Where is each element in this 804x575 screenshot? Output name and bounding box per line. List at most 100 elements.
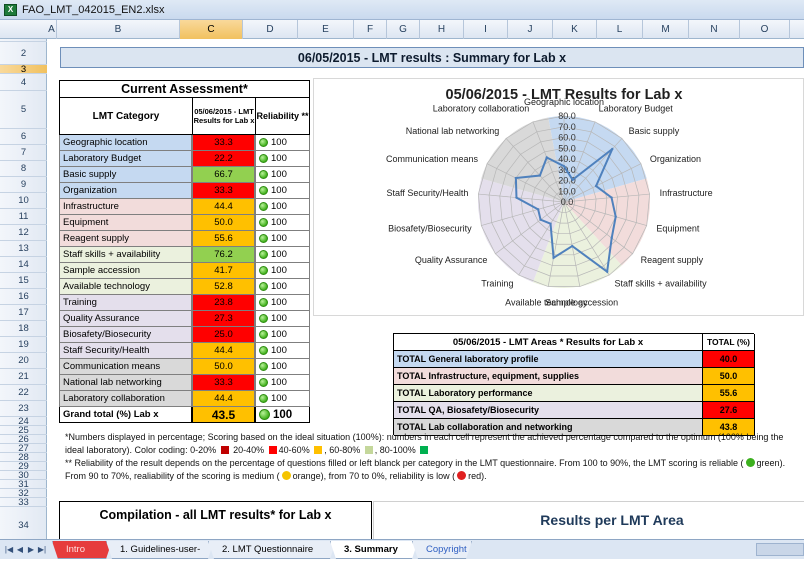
category-name: Laboratory Budget: [59, 151, 192, 167]
legend-green-square: [420, 446, 429, 454]
area-row[interactable]: TOTAL General laboratory profile 40.0: [394, 351, 755, 368]
radar-chart-svg: 05/06/2015 - LMT Results for Lab x 0.010…: [386, 87, 713, 307]
row-header-6[interactable]: 6: [0, 129, 47, 145]
column-header-a[interactable]: A: [47, 20, 57, 39]
column-header-e[interactable]: E: [298, 20, 354, 39]
category-row[interactable]: Geographic location 33.3 100: [59, 135, 310, 151]
column-header-g[interactable]: G: [387, 20, 420, 39]
window-title-bar: X FAO_LMT_042015_EN2.xlsx: [0, 0, 804, 20]
column-header-m[interactable]: M: [643, 20, 689, 39]
radar-point: [545, 156, 548, 159]
area-row[interactable]: TOTAL QA, Biosafety/Biosecurity 27.6: [394, 402, 755, 419]
reliability-value: 100: [271, 313, 287, 324]
row-header-16[interactable]: 16: [0, 289, 47, 305]
reliability-green-icon: [259, 378, 268, 387]
category-row[interactable]: Organization 33.3 100: [59, 183, 310, 199]
sheet-tab[interactable]: 1. Guidelines-user-ENG: [106, 541, 214, 559]
radar-category-label: Laboratory Budget: [599, 103, 674, 113]
radar-tick-label: 80.0: [558, 111, 576, 121]
row-header-5[interactable]: 5: [0, 91, 47, 129]
reliability-green-icon: [259, 250, 268, 259]
area-row[interactable]: TOTAL Laboratory performance 55.6: [394, 385, 755, 402]
column-header-b[interactable]: B: [57, 20, 180, 39]
category-score: 44.4: [192, 343, 255, 359]
horizontal-scrollbar[interactable]: [756, 543, 804, 556]
sheet-tab[interactable]: Intro ENG: [52, 541, 112, 559]
category-row[interactable]: Communication means 50.0 100: [59, 359, 310, 375]
row-header-19[interactable]: 19: [0, 337, 47, 353]
area-row[interactable]: TOTAL Infrastructure, equipment, supplie…: [394, 368, 755, 385]
column-header-bar: ABCDEFGHIJKLMNO: [0, 20, 804, 39]
category-row[interactable]: Reagent supply 55.6 100: [59, 231, 310, 247]
column-header-l[interactable]: L: [597, 20, 643, 39]
row-header-4[interactable]: 4: [0, 74, 47, 91]
radar-category-label: Training: [481, 279, 513, 289]
area-total: 27.6: [703, 402, 755, 419]
category-row[interactable]: Biosafety/Biosecurity 25.0 100: [59, 327, 310, 343]
column-header-d[interactable]: D: [243, 20, 298, 39]
column-header-k[interactable]: K: [553, 20, 597, 39]
column-header-j[interactable]: J: [508, 20, 553, 39]
row-header-18[interactable]: 18: [0, 321, 47, 337]
row-header-2[interactable]: 2: [0, 42, 47, 65]
radar-point: [515, 196, 518, 199]
radar-point: [536, 208, 540, 211]
row-header-9[interactable]: 9: [0, 177, 47, 193]
worksheet[interactable]: 06/05/2015 - LMT results : Summary for L…: [48, 39, 804, 539]
reliability-green-icon: [259, 234, 268, 243]
row-header-3[interactable]: 3: [0, 64, 47, 75]
column-header-i[interactable]: I: [464, 20, 508, 39]
column-header-n[interactable]: N: [689, 20, 740, 39]
sheet-tab[interactable]: 3. Summary ENG: [330, 541, 418, 559]
category-row[interactable]: Equipment 50.0 100: [59, 215, 310, 231]
category-row[interactable]: Training 23.8 100: [59, 295, 310, 311]
radar-category-label: National lab networking: [406, 126, 500, 136]
category-name: Laboratory collaboration: [59, 391, 192, 407]
reliability-value: 100: [271, 217, 287, 228]
row-header-7[interactable]: 7: [0, 145, 47, 161]
category-row[interactable]: Infrastructure 44.4 100: [59, 199, 310, 215]
column-header-o[interactable]: O: [740, 20, 790, 39]
row-header-21[interactable]: 21: [0, 369, 47, 385]
row-header-13[interactable]: 13: [0, 241, 47, 257]
row-header-17[interactable]: 17: [0, 305, 47, 321]
row-header-22[interactable]: 22: [0, 385, 47, 401]
category-row[interactable]: Quality Assurance 27.3 100: [59, 311, 310, 327]
legend-red-square: [220, 446, 229, 454]
category-row[interactable]: Sample accession 41.7 100: [59, 263, 310, 279]
row-header-14[interactable]: 14: [0, 257, 47, 273]
reliability-green-icon: [259, 314, 268, 323]
sheet-tab[interactable]: 2. LMT Questionnaire ENG: [208, 541, 336, 559]
radar-category-label: Communication means: [386, 154, 479, 164]
column-header-f[interactable]: F: [354, 20, 387, 39]
category-row[interactable]: Available technology 52.8 100: [59, 279, 310, 295]
prev-sheet-icon[interactable]: ◀: [15, 543, 25, 556]
grand-total-row[interactable]: Grand total (%) Lab x 43.5 100: [59, 407, 310, 423]
category-row[interactable]: National lab networking 33.3 100: [59, 375, 310, 391]
category-row[interactable]: Staff Security/Health 44.4 100: [59, 343, 310, 359]
next-sheet-icon[interactable]: ▶: [26, 543, 36, 556]
category-row[interactable]: Staff skills + availability 76.2 100: [59, 247, 310, 263]
last-sheet-icon[interactable]: ▶|: [37, 543, 47, 556]
category-name: Infrastructure: [59, 199, 192, 215]
first-sheet-icon[interactable]: |◀: [4, 543, 14, 556]
column-header-c[interactable]: C: [180, 20, 243, 39]
row-header-20[interactable]: 20: [0, 353, 47, 369]
row-header-10[interactable]: 10: [0, 193, 47, 209]
reliability-value: 100: [271, 297, 287, 308]
category-row[interactable]: Basic supply 66.7 100: [59, 167, 310, 183]
reliability-green-icon: [259, 170, 268, 179]
row-header-33[interactable]: 33: [0, 497, 47, 508]
row-header-11[interactable]: 11: [0, 209, 47, 225]
compilation-title: Compilation - all LMT results* for Lab x: [59, 501, 372, 539]
radar-tick-label: 70.0: [558, 122, 576, 132]
reliability-value: 100: [271, 377, 287, 388]
sheet-tab[interactable]: Copyright: [412, 541, 472, 559]
category-row[interactable]: Laboratory Budget 22.2 100: [59, 151, 310, 167]
row-header-15[interactable]: 15: [0, 273, 47, 289]
radar-chart[interactable]: 05/06/2015 - LMT Results for Lab x 0.0 10…: [313, 78, 804, 316]
row-header-12[interactable]: 12: [0, 225, 47, 241]
row-header-8[interactable]: 8: [0, 161, 47, 177]
column-header-h[interactable]: H: [420, 20, 464, 39]
category-row[interactable]: Laboratory collaboration 44.4 100: [59, 391, 310, 407]
